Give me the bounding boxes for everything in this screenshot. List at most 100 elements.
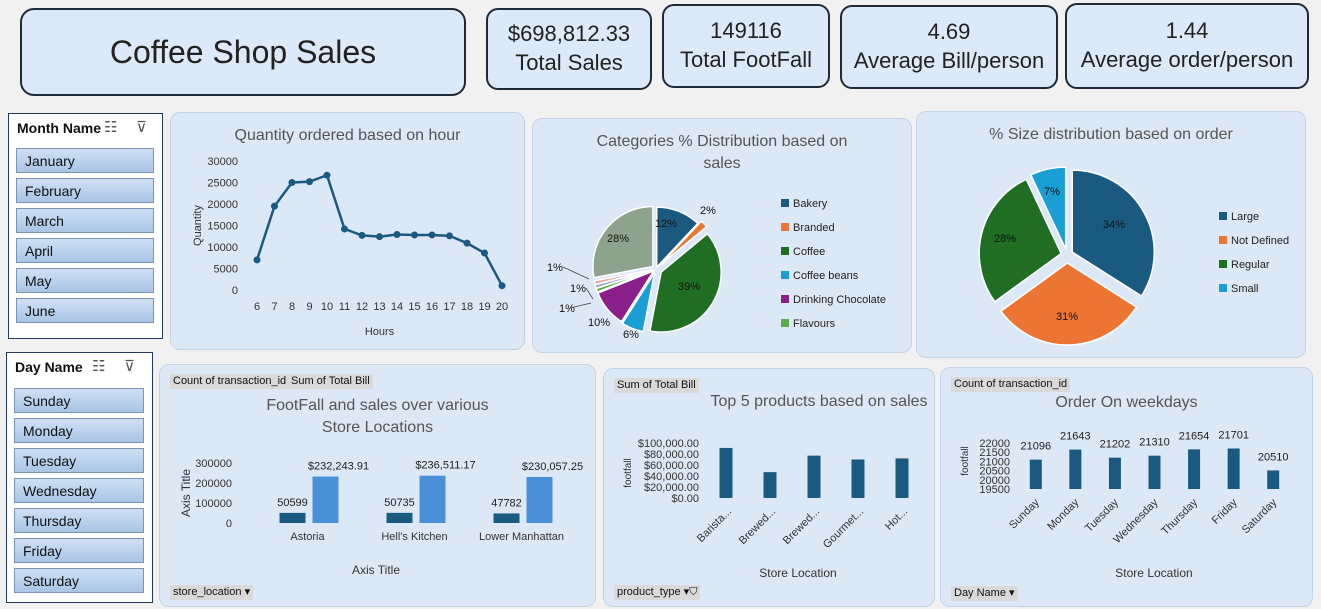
legend-swatch (1219, 236, 1227, 244)
x-axis-title: Store Location (1115, 566, 1192, 580)
pivot-filter-day-name[interactable]: Day Name ▾ (951, 586, 1018, 601)
top-products-chart: Sum of Total Bill Top 5 products based o… (603, 368, 935, 607)
bar (1069, 449, 1082, 489)
legend-label: Not Defined (1231, 235, 1289, 247)
slicer-item[interactable]: Tuesday (14, 448, 144, 473)
data-label: 21654 (1179, 430, 1210, 442)
y-axis-title: footfall (623, 458, 634, 487)
legend-swatch (781, 199, 789, 207)
data-label: 2% (700, 205, 716, 217)
data-point (411, 231, 418, 239)
y-tick-label: 5000 (214, 264, 238, 276)
bar (1148, 455, 1161, 489)
multi-select-icon[interactable]: ☷ (92, 357, 105, 375)
slicer-item[interactable]: March (16, 208, 154, 233)
kpi-average-order: 1.44 Average order/person (1065, 3, 1309, 89)
kpi-label: Average order/person (1080, 47, 1294, 72)
kpi-value: 149116 (710, 18, 782, 43)
legend-label: Drinking Chocolate (793, 294, 886, 306)
data-point (358, 231, 366, 239)
x-tick-label: Monday (1045, 496, 1082, 533)
legend-label: Regular (1231, 259, 1270, 271)
data-label: 50599 (277, 497, 308, 509)
x-tick-label: 6 (254, 301, 260, 313)
data-label: 1% (559, 303, 575, 315)
bar (895, 458, 909, 498)
x-tick-label: 7 (271, 301, 277, 313)
slicer-item[interactable]: Thursday (14, 508, 144, 533)
y-tick-label: 200000 (195, 478, 232, 490)
y-tick-label: 10000 (207, 242, 238, 254)
leader-line (585, 287, 594, 300)
data-point (253, 256, 261, 264)
store-locations-chart: Count of transaction_id Sum of Total Bil… (159, 364, 596, 607)
clear-filter-icon[interactable]: ⊽ (136, 118, 147, 136)
x-tick-label: Brewed... (737, 506, 778, 547)
y-tick-label: 30000 (207, 156, 238, 168)
slicer-item[interactable]: May (16, 268, 154, 293)
slicer-item[interactable]: Friday (14, 538, 144, 563)
filter-label: store_location (173, 586, 242, 598)
pivot-filter-store-location[interactable]: store_location ▾ (170, 585, 254, 600)
y-tick-label: 300000 (195, 458, 232, 470)
dashboard-title: Coffee Shop Sales (109, 33, 377, 70)
hourly-line-svg: 0 5000 10000 15000 20000 25000 30000 6 7 8 9 10 11 12… (192, 156, 508, 338)
slicer-item[interactable]: Saturday (14, 568, 144, 593)
legend-label: Large (1231, 211, 1259, 223)
multi-select-icon[interactable]: ☷ (104, 118, 117, 136)
data-point (393, 231, 401, 239)
x-tick-label: 15 (408, 301, 420, 313)
x-tick-label: Astoria (290, 531, 325, 543)
slicer-item[interactable]: Wednesday (14, 478, 144, 503)
data-point (446, 232, 453, 240)
x-tick-label: 10 (321, 301, 333, 313)
data-label: $236,511.17 (415, 460, 475, 472)
x-tick-label: 11 (339, 301, 350, 313)
y-tick-label: 0 (232, 285, 238, 297)
clear-filter-icon[interactable]: ⊽ (124, 357, 135, 375)
data-label: 50735 (384, 497, 415, 509)
x-tick-label: 12 (356, 301, 368, 313)
legend-swatch (781, 223, 789, 231)
bar (807, 455, 821, 498)
data-point (498, 282, 506, 290)
data-label: $230,057.25 (522, 461, 583, 473)
data-point (341, 225, 348, 233)
x-tick-label: 19 (478, 301, 490, 313)
x-tick-label: Hell's Kitchen (381, 531, 447, 543)
bar (493, 513, 520, 523)
kpi-value: 1.44 (1165, 18, 1209, 43)
slicer-item[interactable]: June (16, 298, 154, 323)
y-axis-title: footfall (960, 446, 971, 475)
y-tick-label: $0.00 (671, 493, 699, 505)
slicer-item[interactable]: Monday (14, 418, 144, 443)
bar (1227, 448, 1240, 489)
data-label: 1% (547, 262, 563, 274)
pivot-filter-product-type[interactable]: product_type ▾⛉ (614, 585, 701, 600)
x-tick-label: Barista... (695, 506, 734, 545)
categories-pie-chart: Categories % Distribution based on sales… (532, 118, 912, 353)
dashboard-title-card: Coffee Shop Sales (20, 8, 466, 96)
bar (1029, 459, 1042, 489)
slicer-item[interactable]: Sunday (14, 388, 144, 413)
slicer-item[interactable]: February (16, 178, 154, 203)
filter-label: product_type (617, 586, 681, 598)
y-tick-label: $40,000.00 (644, 471, 699, 483)
data-label: 28% (994, 233, 1016, 245)
y-tick-label: $60,000.00 (644, 460, 699, 472)
bar (386, 512, 413, 523)
slicer-item[interactable]: January (16, 148, 154, 173)
y-tick-label: 0 (226, 518, 232, 530)
x-tick-label: 8 (289, 301, 295, 313)
data-label: $232,243.91 (308, 461, 369, 473)
legend-swatch (1219, 284, 1227, 292)
legend-label: Coffee (793, 246, 825, 258)
bar (851, 459, 865, 498)
bar (1108, 457, 1121, 489)
y-tick-label: 20000 (207, 199, 238, 211)
x-axis-title: Axis Title (352, 563, 400, 577)
legend-label: Branded (793, 222, 835, 234)
slicer-item[interactable]: April (16, 238, 154, 263)
x-tick-label: Gourmet... (821, 506, 866, 551)
dropdown-arrow-icon: ▾ (1009, 587, 1015, 599)
